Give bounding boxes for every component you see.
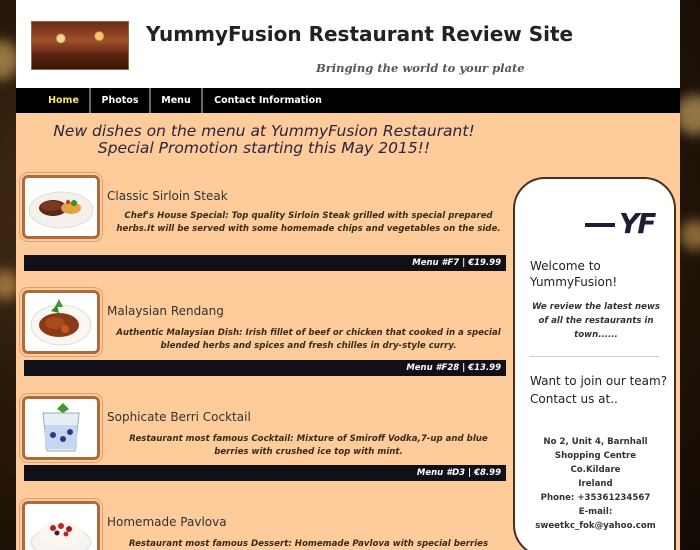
dish-price-bar: Menu #D3 | €8.99 — [24, 465, 506, 481]
dish-item: Sophicate Berri Cocktail Restaurant most… — [16, 396, 516, 492]
dish-name: Classic Sirloin Steak — [107, 189, 228, 203]
dish-item: Classic Sirloin Steak Chef's House Speci… — [16, 175, 516, 271]
dish-price-bar: Menu #F7 | €19.99 — [24, 255, 506, 271]
email-label: E-mail: — [578, 507, 613, 517]
dish-item: Malaysian Rendang Authentic Malaysian Di… — [16, 290, 516, 386]
phone-line: Phone: +35361234567 — [540, 493, 651, 503]
dish-description: Restaurant most famous Dessert: Homemade… — [128, 539, 489, 549]
address-line: Co.Kildare — [570, 465, 621, 475]
address-line: Ireland — [578, 479, 613, 489]
promo-banner: New dishes on the menu at YummyFusion Re… — [24, 123, 504, 157]
sidebar-welcome: Welcome to YummyFusion! — [530, 259, 618, 289]
pavlova-photo[interactable] — [22, 501, 100, 550]
site-title: YummyFusion Restaurant Review Site — [146, 22, 574, 46]
dish-name: Sophicate Berri Cocktail — [107, 410, 251, 424]
background-light — [680, 220, 700, 250]
email-link[interactable]: sweetkc_fok@yahoo.com — [523, 519, 668, 533]
dish-name: Malaysian Rendang — [107, 304, 224, 318]
dish-item: Homemade Pavlova Restaurant most famous … — [16, 501, 516, 550]
dish-description: Authentic Malaysian Dish: Irish fillet o… — [116, 328, 501, 351]
logo-dash — [585, 223, 615, 227]
sidebar: YF Welcome to YummyFusion! We review the… — [513, 177, 676, 550]
nav-menu[interactable]: Menu — [151, 88, 203, 113]
sidebar-join-team: Want to join our team? Contact us at.. — [530, 374, 668, 406]
address-line: Shopping Centre — [554, 451, 637, 461]
dish-menu-price: Menu #F7 | €19.99 — [412, 258, 501, 268]
site-header: YummyFusion Restaurant Review Site Bring… — [16, 0, 680, 88]
promo-line-1: New dishes on the menu at YummyFusion Re… — [53, 122, 475, 140]
nav-home[interactable]: Home — [38, 88, 91, 113]
dish-name: Homemade Pavlova — [107, 515, 227, 529]
sidebar-divider — [529, 356, 659, 357]
promo-line-2: Special Promotion starting this May 2015… — [97, 139, 431, 157]
dish-menu-price: Menu #F28 | €13.99 — [406, 363, 501, 373]
address-line: No 2, Unit 4, Barnhall — [543, 437, 648, 447]
rendang-photo[interactable] — [22, 290, 100, 354]
dish-menu-price: Menu #D3 | €8.99 — [416, 468, 501, 478]
restaurant-photo — [31, 21, 129, 70]
logo-text: YF — [619, 207, 656, 240]
sidebar-review-text: We review the latest news of all the res… — [531, 302, 661, 340]
site-tagline: Bringing the world to your plate — [316, 61, 525, 75]
dish-price-bar: Menu #F28 | €13.99 — [24, 360, 506, 376]
cocktail-photo[interactable] — [22, 396, 100, 460]
yf-logo: YF — [585, 207, 665, 241]
nav-photos[interactable]: Photos — [91, 88, 151, 113]
page-container: YummyFusion Restaurant Review Site Bring… — [16, 0, 680, 550]
main-navbar: Home Photos Menu Contact Information — [16, 88, 680, 113]
dish-description: Chef's House Special: Top quality Sirloi… — [116, 211, 501, 234]
steak-photo[interactable] — [22, 175, 100, 239]
nav-contact-information[interactable]: Contact Information — [203, 88, 333, 113]
main-content: New dishes on the menu at YummyFusion Re… — [16, 113, 680, 550]
dish-description: Restaurant most famous Cocktail: Mixture… — [129, 434, 488, 457]
sidebar-contact-address: No 2, Unit 4, Barnhall Shopping Centre C… — [523, 435, 668, 533]
